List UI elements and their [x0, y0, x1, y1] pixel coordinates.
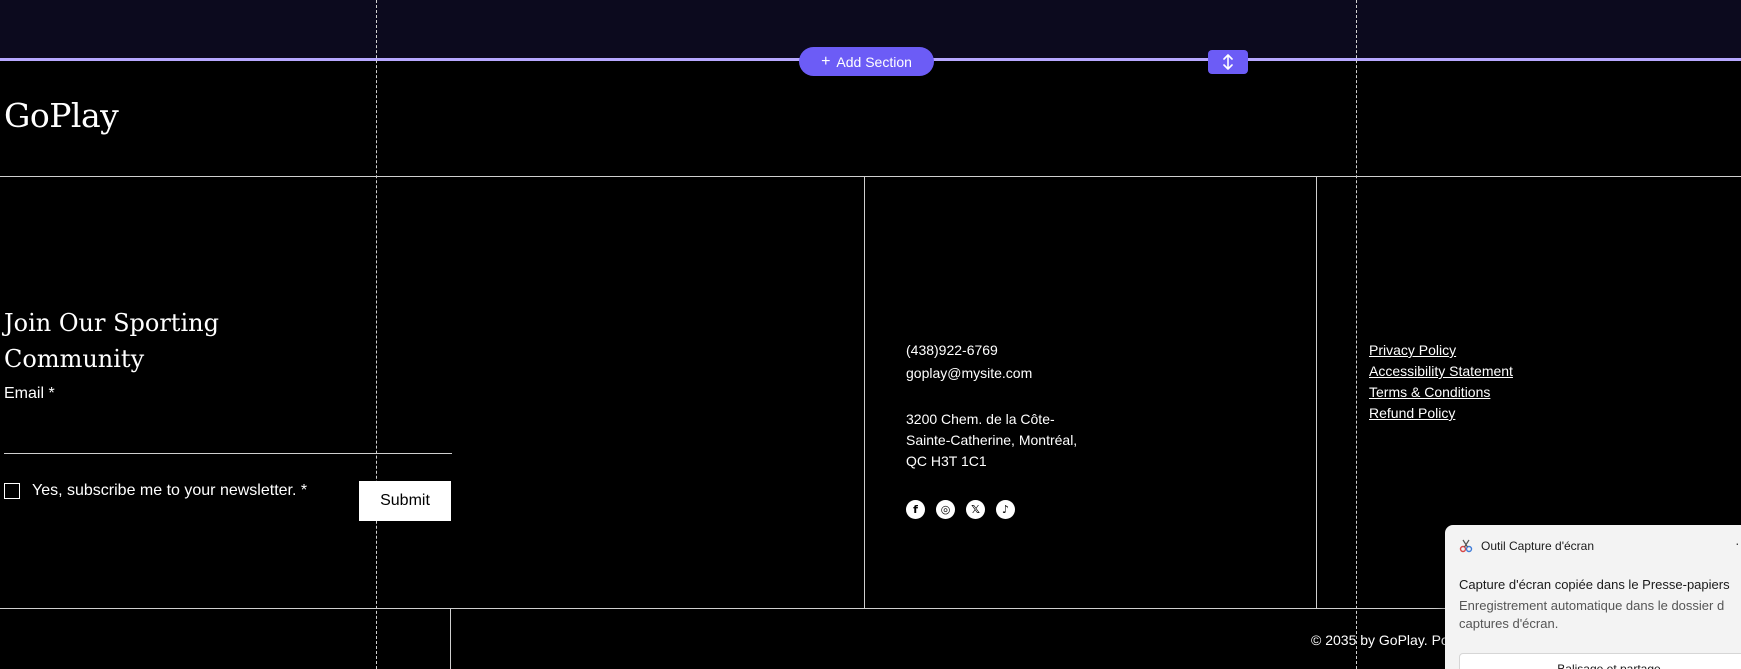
toast-title: Capture d'écran copiée dans le Presse-pa… [1459, 577, 1730, 592]
layout-guide-right [1356, 0, 1357, 669]
instagram-icon[interactable]: ◎ [936, 500, 955, 519]
snipping-tool-notification[interactable]: Outil Capture d'écran ··· Capture d'écra… [1445, 525, 1741, 669]
plus-icon: + [821, 52, 831, 70]
bottom-column-divider [450, 608, 451, 669]
x-icon[interactable]: 𝕏 [966, 500, 985, 519]
layout-guide-left [376, 0, 377, 669]
contact-phone: (438)922-6769 [906, 342, 998, 358]
markup-share-button[interactable]: Balisage et partage [1459, 653, 1741, 669]
vertical-resize-icon [1223, 54, 1233, 70]
scissors-icon [1459, 539, 1473, 553]
facebook-icon[interactable]: f [906, 500, 925, 519]
refund-policy-link[interactable]: Refund Policy [1369, 403, 1513, 424]
subscribe-label: Yes, subscribe me to your newsletter. * [32, 482, 308, 499]
policy-links: Privacy Policy Accessibility Statement T… [1369, 340, 1513, 424]
address-line-3: QC H3T 1C1 [906, 453, 987, 469]
toast-app-name: Outil Capture d'écran [1481, 539, 1595, 553]
stretch-section-button[interactable] [1208, 50, 1248, 74]
email-label: Email * [4, 385, 55, 402]
divider-top [0, 176, 1741, 177]
submit-button[interactable]: Submit [359, 481, 451, 521]
tiktok-icon[interactable]: ♪ [996, 500, 1015, 519]
address-line-2: Sainte-Catherine, Montréal, [906, 432, 1078, 448]
add-section-button[interactable]: + Add Section [799, 47, 934, 76]
newsletter-title: Join Our Sporting Community [4, 309, 219, 373]
email-field[interactable] [4, 412, 452, 454]
add-section-label: Add Section [836, 53, 912, 70]
address-line-1: 3200 Chem. de la Côte- [906, 411, 1055, 427]
toast-body: Enregistrement automatique dans le dossi… [1459, 598, 1725, 631]
column-divider-1 [864, 176, 865, 609]
more-options-icon[interactable]: ··· [1735, 535, 1741, 551]
column-divider-2 [1316, 176, 1317, 609]
terms-conditions-link[interactable]: Terms & Conditions [1369, 382, 1513, 403]
contact-email: goplay@mysite.com [906, 365, 1033, 381]
social-bar: f ◎ 𝕏 ♪ [906, 500, 1015, 519]
site-logo[interactable]: GoPlay [4, 96, 119, 135]
subscribe-checkbox[interactable] [4, 483, 20, 499]
privacy-policy-link[interactable]: Privacy Policy [1369, 340, 1513, 361]
accessibility-statement-link[interactable]: Accessibility Statement [1369, 361, 1513, 382]
toast-header: Outil Capture d'écran [1459, 539, 1594, 553]
copyright-text: © 2035 by GoPlay. Po [1311, 632, 1449, 648]
